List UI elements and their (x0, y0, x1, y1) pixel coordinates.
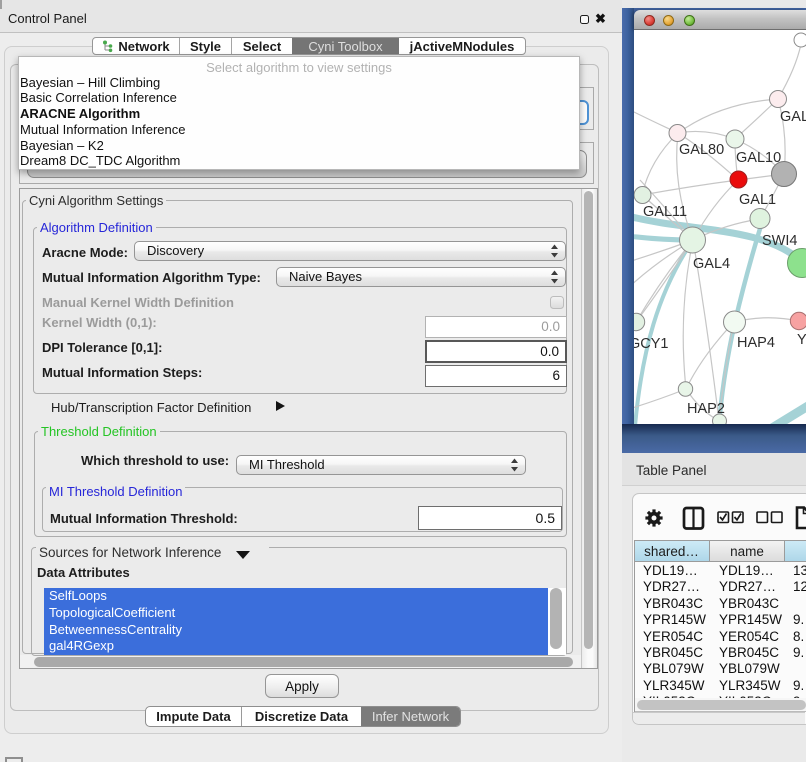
svg-text:GAL10: GAL10 (736, 150, 781, 166)
svg-text:SWI4: SWI4 (762, 233, 797, 249)
svg-text:HAP4: HAP4 (737, 335, 775, 351)
svg-text:Y: Y (797, 332, 806, 348)
svg-text:GAL11: GAL11 (643, 204, 687, 220)
svg-text:GAL4: GAL4 (693, 256, 730, 272)
svg-text:HAP2: HAP2 (687, 401, 725, 417)
svg-text:GCY1: GCY1 (634, 336, 669, 352)
svg-text:GAL7: GAL7 (780, 109, 806, 125)
svg-text:GAL1: GAL1 (739, 192, 776, 208)
svg-text:GAL80: GAL80 (679, 142, 724, 158)
